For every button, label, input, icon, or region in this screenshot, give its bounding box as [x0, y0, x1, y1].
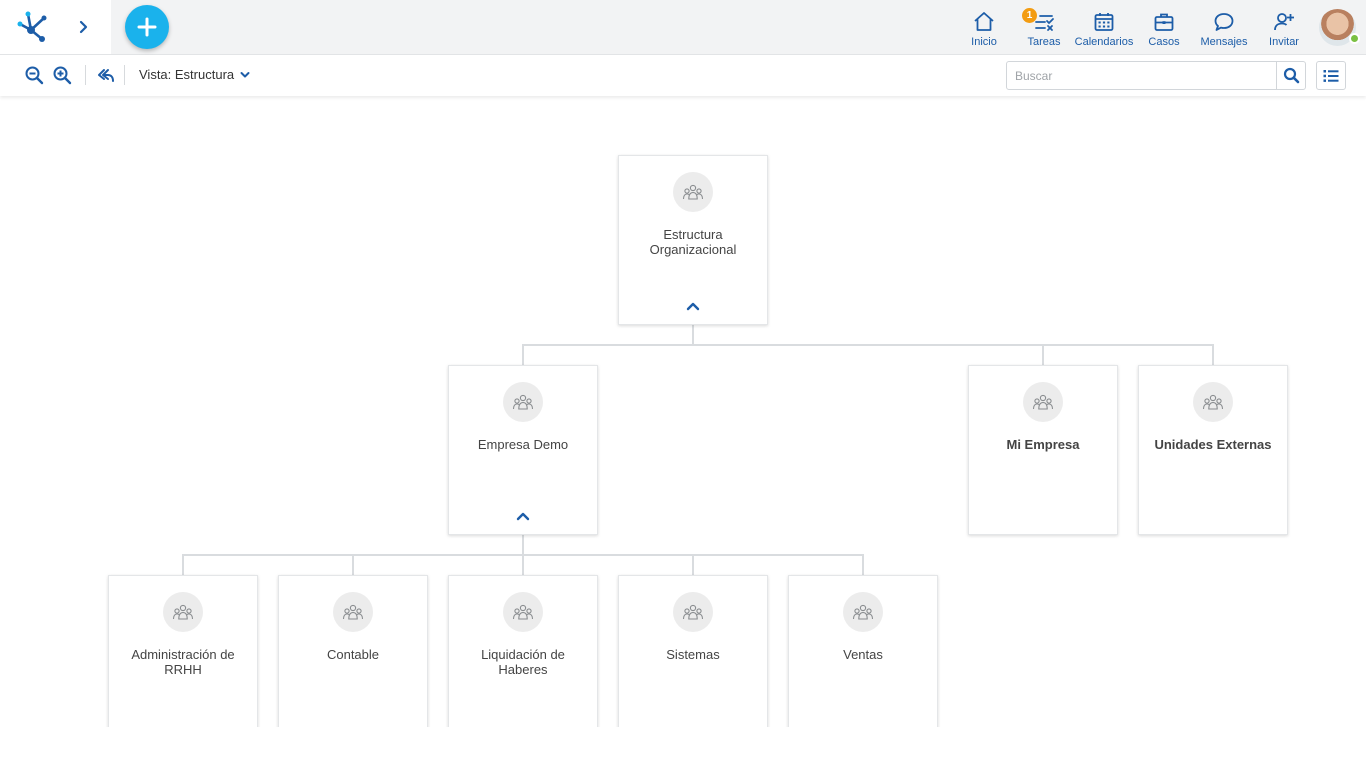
plus-icon [137, 17, 157, 37]
group-icon [1032, 394, 1054, 410]
tasks-badge: 1 [1022, 8, 1037, 23]
connector-line [182, 554, 184, 575]
connector-line [1042, 344, 1044, 365]
node-title: Mi Empresa [1006, 437, 1080, 452]
org-node-ventas[interactable]: Ventas [788, 575, 938, 727]
app-logo-icon[interactable] [12, 8, 50, 46]
org-node-sistemas[interactable]: Sistemas [618, 575, 768, 727]
node-icon-holder [673, 172, 713, 212]
nav-casos[interactable]: Casos [1144, 0, 1184, 54]
node-title: Liquidación de Haberes [481, 647, 565, 677]
connector-line [692, 325, 694, 345]
org-chart-canvas[interactable]: Estructura Organizacional Empresa Demo M… [0, 96, 1366, 727]
online-status-indicator [1349, 33, 1360, 44]
node-icon-holder [163, 592, 203, 632]
add-user-icon [1274, 13, 1294, 31]
node-icon-holder [843, 592, 883, 632]
search-button[interactable] [1276, 62, 1306, 89]
nav-label: Calendarios [1074, 36, 1134, 48]
connector-line [522, 344, 1214, 346]
nav-invitar[interactable]: Invitar [1264, 0, 1304, 54]
nav-inicio[interactable]: Inicio [964, 0, 1004, 54]
node-icon-holder [1023, 382, 1063, 422]
top-bar: Inicio 1 Tareas Calendarios Casos Mensaj… [0, 0, 1366, 55]
brand-area [0, 0, 111, 54]
node-title: Estructura Organizacional [649, 227, 737, 257]
org-node-empresa-demo[interactable]: Empresa Demo [448, 365, 598, 535]
org-node-unidades-externas[interactable]: Unidades Externas [1138, 365, 1288, 535]
toolbar-divider [124, 65, 125, 85]
collapse-chevron-up-icon[interactable] [685, 300, 701, 312]
collapse-chevron-up-icon[interactable] [515, 510, 531, 522]
group-icon [172, 604, 194, 620]
org-node-root[interactable]: Estructura Organizacional [618, 155, 768, 325]
home-icon [974, 12, 994, 31]
connector-line [522, 554, 524, 575]
node-title: Empresa Demo [477, 437, 569, 452]
node-title: Contable [326, 647, 380, 662]
view-selector-label: Vista: Estructura [139, 67, 235, 82]
briefcase-icon [1154, 13, 1174, 31]
org-node-contable[interactable]: Contable [278, 575, 428, 727]
nav-label: Mensajes [1200, 36, 1248, 48]
nav-label: Casos [1148, 36, 1180, 48]
view-selector[interactable]: Vista: Estructura [139, 67, 250, 82]
list-view-button[interactable] [1316, 61, 1346, 90]
connector-line [352, 554, 354, 575]
zoom-in-icon[interactable] [52, 65, 72, 85]
group-icon [342, 604, 364, 620]
nav-calendarios[interactable]: Calendarios [1074, 0, 1134, 54]
toolbar-divider [85, 65, 86, 85]
connector-line [862, 554, 864, 575]
calendar-icon [1094, 13, 1114, 31]
node-icon-holder [1193, 382, 1233, 422]
node-title: Unidades Externas [1154, 437, 1272, 452]
search-icon [1283, 67, 1300, 84]
add-new-button[interactable] [125, 5, 169, 49]
node-title: Sistemas [666, 647, 720, 662]
connector-line [692, 554, 694, 575]
group-icon [852, 604, 874, 620]
node-title: Administración de RRHH [131, 647, 235, 677]
node-icon-holder [673, 592, 713, 632]
node-title: Ventas [843, 647, 883, 662]
group-icon [682, 184, 704, 200]
nav-mensajes[interactable]: Mensajes [1194, 0, 1254, 54]
nav-label: Tareas [1027, 36, 1061, 48]
diagram-toolbar: Vista: Estructura [0, 55, 1366, 96]
zoom-out-icon[interactable] [24, 65, 44, 85]
org-node-administracion-rrhh[interactable]: Administración de RRHH [108, 575, 258, 727]
nav-tareas[interactable]: 1 Tareas [1022, 0, 1064, 54]
node-icon-holder [503, 382, 543, 422]
search-input[interactable] [1007, 62, 1275, 89]
list-icon [1323, 69, 1339, 82]
undo-all-icon[interactable] [95, 65, 115, 85]
org-node-liquidacion-haberes[interactable]: Liquidación de Haberes [448, 575, 598, 727]
group-icon [512, 604, 534, 620]
node-icon-holder [333, 592, 373, 632]
connector-line [522, 535, 524, 555]
nav-label: Inicio [971, 36, 997, 48]
search-box [1006, 61, 1306, 90]
chat-icon [1214, 13, 1234, 31]
group-icon [1202, 394, 1224, 410]
org-node-mi-empresa[interactable]: Mi Empresa [968, 365, 1118, 535]
connector-line [1212, 344, 1214, 365]
expand-menu-chevron-icon[interactable] [74, 17, 94, 37]
group-icon [512, 394, 534, 410]
node-icon-holder [503, 592, 543, 632]
connector-line [522, 344, 524, 365]
nav-label: Invitar [1269, 36, 1299, 48]
chevron-down-icon [240, 71, 250, 77]
group-icon [682, 604, 704, 620]
